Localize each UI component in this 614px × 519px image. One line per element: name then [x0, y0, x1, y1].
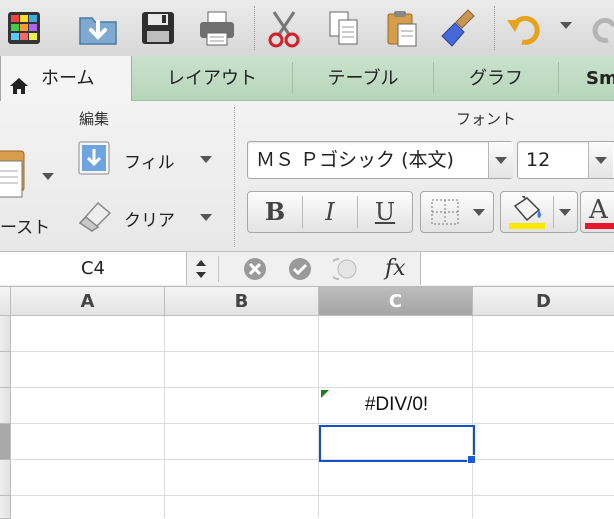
spreadsheet-grid[interactable]: A B C D #DIV/0! [0, 287, 614, 519]
formula-bar: C4 fx [0, 252, 614, 287]
undo-dropdown-icon[interactable] [560, 22, 572, 29]
edit-group-label: 編集 [79, 110, 110, 128]
undo-icon[interactable] [504, 6, 548, 50]
column-header-c[interactable]: C [319, 287, 473, 316]
group-separator [234, 107, 235, 247]
ribbon-tabs: ホーム レイアウト テーブル グラフ Sm [0, 56, 614, 101]
text-style-group: B I U [247, 191, 413, 233]
paste-label: ースト [0, 218, 51, 238]
row-header-1[interactable] [0, 316, 11, 352]
fill-label: フィル [124, 153, 175, 173]
clear-label: クリア [124, 211, 175, 231]
tab-chart-label: グラフ [469, 68, 523, 89]
selected-cell-c4[interactable] [319, 425, 475, 462]
font-name-dropdown[interactable] [488, 142, 513, 178]
cell-c3[interactable]: #DIV/0! [320, 387, 473, 423]
name-box-stepper-icon[interactable] [194, 258, 208, 284]
borders-button[interactable] [420, 191, 494, 233]
tab-home[interactable]: ホーム [0, 56, 132, 101]
gallery-icon[interactable] [2, 6, 46, 50]
tab-smartart-label: Sm [586, 68, 614, 89]
clear-button[interactable]: クリア [76, 195, 218, 235]
paste-icon[interactable] [380, 6, 424, 50]
fill-color-swatch [509, 223, 545, 229]
column-header-a[interactable]: A [11, 287, 165, 316]
formula-input[interactable] [420, 252, 614, 285]
standard-toolbar [0, 0, 614, 57]
gridline [164, 316, 165, 518]
gridline [11, 423, 614, 424]
gridline [11, 351, 614, 352]
eraser-icon [76, 197, 114, 237]
enter-icon[interactable] [288, 257, 312, 285]
fill-color-dropdown-icon[interactable] [559, 209, 571, 216]
name-box[interactable]: C4 [0, 252, 187, 285]
bold-button[interactable]: B [248, 192, 302, 232]
row-header-5[interactable] [0, 460, 11, 496]
home-icon [9, 68, 29, 94]
name-box-value: C4 [80, 258, 106, 279]
fill-color-button[interactable] [500, 191, 578, 233]
cancel-icon[interactable] [243, 257, 267, 285]
tab-layout[interactable]: レイアウト [132, 56, 292, 100]
copy-icon[interactable] [322, 6, 366, 50]
divider [553, 196, 554, 228]
redo-icon[interactable] [584, 6, 614, 50]
tab-home-label: ホーム [41, 68, 95, 89]
format-painter-icon[interactable] [438, 6, 482, 50]
font-name-value: ＭＳ Ｐゴシック (本文) [256, 149, 454, 171]
tab-table-label: テーブル [327, 68, 399, 89]
fx-label[interactable]: fx [385, 252, 406, 286]
select-all-corner[interactable] [0, 287, 11, 316]
font-color-swatch [585, 223, 614, 229]
tab-layout-label: レイアウト [167, 68, 257, 89]
column-header-d[interactable]: D [473, 287, 614, 316]
tab-smartart[interactable]: Sm [559, 56, 614, 100]
open-folder-icon[interactable] [76, 6, 120, 50]
font-color-button[interactable]: A [580, 191, 614, 233]
divider [218, 256, 219, 282]
fill-button[interactable]: フィル [76, 139, 218, 179]
gridline [318, 316, 319, 518]
paste-button[interactable]: ースト [0, 139, 62, 239]
underline-button[interactable]: U [358, 192, 412, 232]
row-header-3[interactable] [0, 388, 11, 424]
toolbar-separator [254, 6, 255, 50]
paste-dropdown-icon[interactable] [42, 173, 54, 180]
font-size-select[interactable]: 12 [517, 141, 614, 179]
cut-icon[interactable] [262, 6, 306, 50]
italic-button[interactable]: I [303, 192, 357, 232]
row-header-4[interactable] [0, 424, 11, 460]
column-header-b[interactable]: B [165, 287, 319, 316]
gridline [11, 495, 614, 496]
fill-handle[interactable] [467, 455, 476, 464]
font-size-value: 12 [526, 149, 551, 171]
toolbar-separator [494, 6, 495, 50]
fill-down-icon [78, 141, 110, 179]
font-group-label: フォント [456, 110, 517, 128]
tab-chart[interactable]: グラフ [434, 56, 558, 100]
gridline [11, 387, 614, 388]
fill-dropdown-icon[interactable] [200, 156, 212, 163]
clear-dropdown-icon[interactable] [200, 214, 212, 221]
ribbon-home: 編集 フォント ースト フィル クリア ＭＳ Ｐゴシック (本文) 12 B I… [0, 101, 614, 252]
chevron-down-icon [495, 157, 507, 164]
print-icon[interactable] [195, 6, 239, 50]
font-size-dropdown[interactable] [588, 142, 613, 178]
row-header-2[interactable] [0, 352, 11, 388]
borders-icon [430, 198, 460, 230]
clipboard-icon [0, 145, 28, 209]
font-name-select[interactable]: ＭＳ Ｐゴシック (本文) [247, 141, 513, 179]
gridline [11, 459, 614, 460]
borders-dropdown-icon[interactable] [473, 209, 485, 216]
save-icon[interactable] [136, 6, 180, 50]
tab-table[interactable]: テーブル [293, 56, 433, 100]
insert-function-toggle-icon[interactable] [328, 257, 371, 285]
chevron-down-icon [595, 157, 607, 164]
row-header-6[interactable] [0, 496, 11, 519]
